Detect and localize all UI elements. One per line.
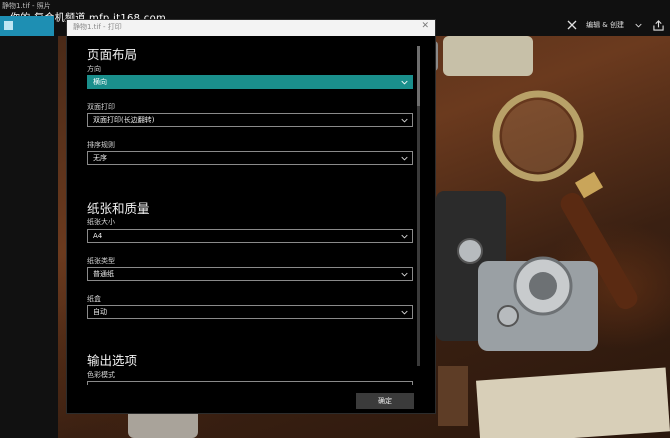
orientation-value: 横向	[93, 78, 107, 86]
orientation-label: 方向	[87, 65, 101, 73]
chevron-down-icon[interactable]	[632, 19, 644, 31]
right-toolbar: 编辑 & 创建	[566, 16, 664, 34]
paper-type-label: 纸张类型	[87, 257, 115, 265]
paper-size-label: 纸张大小	[87, 218, 115, 226]
collation-select[interactable]: 无序	[87, 151, 413, 165]
duplex-label: 双面打印	[87, 103, 115, 111]
dialog-title: 静物1.tif - 打印	[73, 23, 122, 31]
chevron-down-icon	[401, 156, 408, 161]
duplex-value: 双面打印(长边翻转)	[93, 116, 155, 124]
chevron-down-icon	[401, 234, 408, 239]
paper-size-select[interactable]: A4	[87, 229, 413, 243]
chevron-down-icon	[401, 272, 408, 277]
close-icon[interactable]: ✕	[421, 21, 429, 31]
scrollbar-thumb[interactable]	[417, 46, 420, 106]
paper-tray-value: 自动	[93, 308, 107, 316]
paper-tray-select[interactable]: 自动	[87, 305, 413, 319]
print-dialog: 静物1.tif - 打印 ✕ 页面布局 方向 横向 双面打印 双面打印(长边翻转…	[67, 20, 435, 413]
section-output-options: 输出选项	[87, 353, 138, 368]
collation-value: 无序	[93, 154, 107, 162]
chevron-down-icon	[401, 118, 408, 123]
paper-size-value: A4	[93, 232, 103, 240]
paper-tray-label: 纸盒	[87, 295, 101, 303]
edit-create-icon[interactable]	[566, 19, 578, 31]
section-page-layout: 页面布局	[87, 47, 138, 62]
ok-button[interactable]: 确定	[356, 393, 414, 409]
chevron-down-icon	[401, 310, 408, 315]
dialog-titlebar: 静物1.tif - 打印 ✕	[67, 20, 435, 36]
duplex-select[interactable]: 双面打印(长边翻转)	[87, 113, 413, 127]
paper-type-select[interactable]: 普通纸	[87, 267, 413, 281]
paper-type-value: 普通纸	[93, 270, 114, 278]
color-mode-select[interactable]	[87, 381, 413, 385]
chevron-down-icon	[401, 80, 408, 85]
photos-app-icon	[4, 21, 13, 30]
share-icon[interactable]	[652, 19, 664, 31]
app-tile[interactable]	[0, 16, 54, 36]
dialog-scrollbar[interactable]	[417, 46, 420, 366]
edit-create-button[interactable]: 编辑 & 创建	[586, 20, 624, 30]
collation-label: 排序规则	[87, 141, 115, 149]
color-mode-label: 色彩模式	[87, 371, 115, 379]
left-panel	[0, 36, 58, 438]
section-paper-quality: 纸张和质量	[87, 201, 150, 216]
orientation-select[interactable]: 横向	[87, 75, 413, 89]
